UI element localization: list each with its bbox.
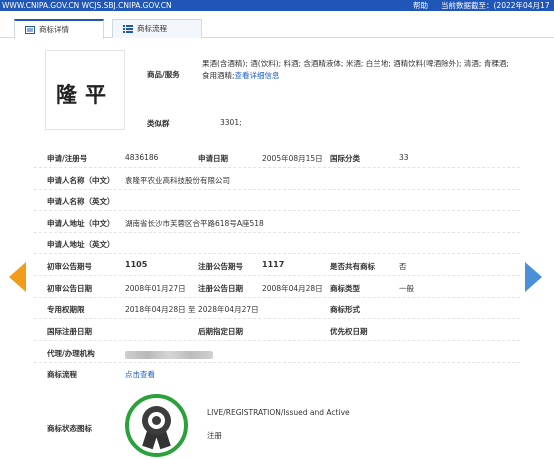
agent-value-redacted (125, 351, 213, 359)
list-icon (123, 25, 133, 33)
prelim-pub-no-label: 初审公告期号 (47, 262, 92, 271)
prelim-pub-no-value: 1105 (125, 260, 148, 269)
trademark-image: 隆平 (45, 50, 125, 130)
shared-label: 是否共有商标 (330, 262, 375, 271)
prelim-pub-date-value: 2008年01月27日 (125, 284, 186, 293)
registered-seal-icon (125, 394, 188, 457)
top-bar: WWW.CNIPA.GOV.CN WCJS.SBJ.CNIPA.GOV.CN 帮… (0, 0, 554, 21)
table-row: 申请人名称（中文） 袁隆平农业高科技股份有限公司 (34, 168, 520, 190)
reg-no-value: 4836186 (125, 153, 159, 162)
agent-label: 代理/办理机构 (47, 349, 95, 358)
intl-reg-date-label: 国际注册日期 (47, 327, 92, 336)
view-process-link[interactable]: 点击查看 (125, 369, 155, 380)
applicant-cn-label: 申请人名称（中文） (47, 176, 115, 185)
next-arrow[interactable] (525, 262, 542, 292)
site-url[interactable]: WWW.CNIPA.GOV.CN WCJS.SBJ.CNIPA.GOV.CN (2, 0, 172, 11)
table-row: 申请/注册号 4836186 申请日期 2005年08月15日 国际分类 33 (34, 146, 520, 168)
reg-no-label: 申请/注册号 (47, 154, 88, 163)
table-row: 专用权期限 2018年04月28日 至 2028年04月27日 商标形式 (34, 297, 520, 319)
tm-form-label: 商标形式 (330, 305, 360, 314)
table-row: 申请人名称（英文） (34, 189, 520, 211)
table-row: 代理/办理机构 (34, 341, 520, 363)
help-link[interactable]: 帮助 (413, 0, 428, 11)
address-en-label: 申请人地址（英文） (47, 240, 115, 249)
trademark-logo-text: 隆平 (56, 82, 114, 107)
reg-pub-no-value: 1117 (262, 260, 285, 269)
reg-pub-date-label: 注册公告日期 (198, 284, 243, 293)
table-row: 商标流程 点击查看 (34, 362, 520, 384)
tm-type-label: 商标类型 (330, 284, 360, 293)
reg-pub-no-label: 注册公告期号 (198, 262, 243, 271)
tab-label: 商标详情 (39, 25, 69, 34)
priority-date-label: 优先权日期 (330, 327, 368, 336)
goods-value: 果酒(含酒精); 酒(饮料); 料酒; 含酒精液体; 米酒; 白兰地; 酒精饮料… (202, 58, 514, 82)
document-icon (25, 26, 35, 34)
intl-class-value: 33 (399, 153, 409, 162)
tm-type-value: 一般 (399, 284, 414, 293)
later-designation-label: 后期指定日期 (198, 327, 243, 336)
reg-pub-date-value: 2008年04月28日 (262, 284, 323, 293)
prelim-pub-date-label: 初审公告日期 (47, 284, 92, 293)
tab-bar: 商标详情 商标流程 (0, 11, 554, 39)
similar-group-label: 类似群 (147, 119, 170, 128)
app-date-value: 2005年08月15日 (262, 154, 323, 163)
table-row: 初审公告日期 2008年01月27日 注册公告日期 2008年04月28日 商标… (34, 276, 520, 298)
similar-group-value: 3301; (220, 118, 242, 127)
table-row: 国际注册日期 后期指定日期 优先权日期 (34, 319, 520, 341)
applicant-cn-value: 袁隆平农业高科技股份有限公司 (125, 176, 230, 185)
app-date-label: 申请日期 (198, 154, 228, 163)
view-details-link[interactable]: 查看详细信息 (235, 71, 280, 80)
address-cn-value: 湖南省长沙市芙蓉区合平路618号A座518 (125, 219, 264, 228)
tab-trademark-process[interactable]: 商标流程 (112, 19, 202, 38)
table-row: 申请人地址（英文） (34, 232, 520, 254)
applicant-en-label: 申请人名称（英文） (47, 197, 115, 206)
tab-label: 商标流程 (137, 24, 167, 33)
table-row: 初审公告期号 1105 注册公告期号 1117 是否共有商标 否 (34, 254, 520, 276)
status-icon-label: 商标状态图标 (47, 424, 92, 433)
address-cn-label: 申请人地址（中文） (47, 219, 115, 228)
trademark-detail-panel: 隆平 商品/服务 果酒(含酒精); 酒(饮料); 料酒; 含酒精液体; 米酒; … (34, 38, 520, 460)
process-label: 商标流程 (47, 370, 77, 379)
table-row: 申请人地址（中文） 湖南省长沙市芙蓉区合平路618号A座518 (34, 211, 520, 233)
shared-value: 否 (399, 262, 407, 271)
exclusive-period-label: 专用权期限 (47, 305, 85, 314)
intl-class-label: 国际分类 (330, 154, 360, 163)
goods-label: 商品/服务 (147, 70, 180, 79)
status-en: LIVE/REGISTRATION/Issued and Active (207, 408, 350, 417)
status-cn: 注册 (207, 431, 222, 440)
tab-trademark-details[interactable]: 商标详情 (14, 19, 104, 39)
prev-arrow[interactable] (9, 262, 26, 292)
exclusive-period-value: 2018年04月28日 至 2028年04月27日 (125, 305, 259, 314)
